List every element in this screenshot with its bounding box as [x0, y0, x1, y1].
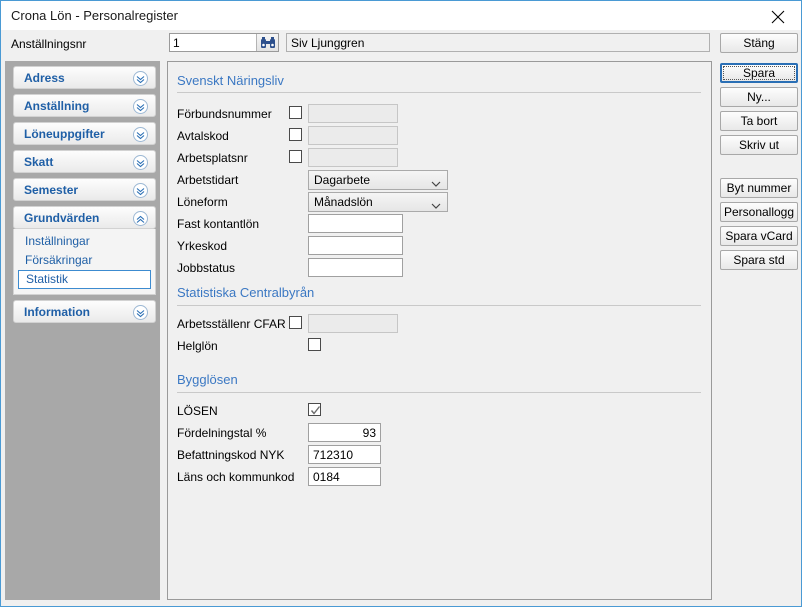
chevron-down-icon	[431, 177, 441, 191]
label-arbetstidart: Arbetstidart	[177, 173, 239, 187]
label-losen: LÖSEN	[177, 404, 218, 418]
sidebar-subitems-grundvarden: Inställningar Försäkringar Statistik	[13, 229, 156, 295]
sidebar-item-label: Skatt	[24, 155, 54, 169]
chevron-down-icon[interactable]	[133, 71, 148, 86]
sidebar-group-grundvarden: Grundvärden Inställningar Försäkringar S…	[13, 206, 156, 295]
save-std-button[interactable]: Spara std	[720, 250, 798, 270]
chevron-down-icon[interactable]	[133, 183, 148, 198]
input-fast-kontantlon[interactable]	[308, 214, 403, 233]
sidebar-group-loneuppgifter: Löneuppgifter	[13, 122, 156, 145]
label-yrkeskod: Yrkeskod	[177, 239, 228, 253]
chevron-down-icon	[431, 199, 441, 213]
checkbox-arbetsstallenr-cfar[interactable]	[289, 316, 302, 329]
sidebar-item-label: Grundvärden	[24, 211, 100, 225]
change-number-button[interactable]: Byt nummer	[720, 178, 798, 198]
sidebar-item-statistik[interactable]: Statistik	[18, 270, 151, 289]
sidebar-item-loneuppgifter[interactable]: Löneuppgifter	[13, 122, 156, 145]
label-avtalskod: Avtalskod	[177, 129, 229, 143]
checkbox-forbundsnummer[interactable]	[289, 106, 302, 119]
dropdown-loneform-value: Månadslön	[314, 195, 373, 209]
sidebar-group-anstallning: Anställning	[13, 94, 156, 117]
statistics-form-panel: Svenskt Näringsliv Förbundsnummer Avtals…	[167, 61, 712, 600]
label-helglon: Helglön	[177, 339, 218, 353]
search-employee-button[interactable]	[256, 34, 278, 51]
chevron-up-icon[interactable]	[133, 211, 148, 226]
sidebar-item-label: Löneuppgifter	[24, 127, 105, 141]
new-button[interactable]: Ny...	[720, 87, 798, 107]
dropdown-arbetstidart[interactable]: Dagarbete	[308, 170, 448, 190]
input-avtalskod[interactable]	[308, 126, 398, 145]
checkbox-helglon[interactable]	[308, 338, 321, 351]
input-jobbstatus[interactable]	[308, 258, 403, 277]
window-title: Crona Lön - Personalregister	[11, 8, 178, 23]
close-icon	[771, 10, 785, 24]
sidebar-item-semester[interactable]: Semester	[13, 178, 156, 201]
close-button[interactable]	[755, 1, 801, 30]
title-bar: Crona Lön - Personalregister	[1, 1, 801, 30]
sidebar-item-label: Information	[24, 305, 90, 319]
sidebar-item-label: Adress	[24, 71, 65, 85]
label-loneform: Löneform	[177, 195, 228, 209]
section-divider	[177, 92, 701, 93]
section-title-bygglosen: Bygglösen	[177, 372, 238, 387]
sidebar-group-information: Information	[13, 300, 156, 323]
label-lans-och-kommunkod: Läns och kommunkod	[177, 470, 295, 484]
label-befattningskod-nyk: Befattningskod NYK	[177, 448, 285, 462]
label-arbetsstallenr-cfar: Arbetsställenr CFAR	[177, 317, 286, 331]
chevron-down-icon[interactable]	[133, 99, 148, 114]
label-forbundsnummer: Förbundsnummer	[177, 107, 272, 121]
label-fast-kontantlon: Fast kontantlön	[177, 217, 260, 231]
close-dialog-button[interactable]: Stäng	[720, 33, 798, 53]
sidebar: Adress Anställning Löneuppgifter Skatt S…	[5, 61, 160, 600]
label-arbetsplatsnr: Arbetsplatsnr	[177, 151, 248, 165]
sidebar-group-adress: Adress	[13, 66, 156, 89]
save-button-label: Spara	[742, 66, 776, 80]
input-fordelningstal[interactable]	[308, 423, 381, 442]
sidebar-item-forsakringar[interactable]: Försäkringar	[18, 251, 151, 270]
sidebar-item-label: Semester	[24, 183, 79, 197]
checkmark-icon	[310, 406, 321, 415]
input-arbetsstallenr-cfar[interactable]	[308, 314, 398, 333]
employee-nr-input[interactable]	[170, 34, 256, 51]
input-befattningskod-nyk[interactable]	[308, 445, 381, 464]
dropdown-arbetstidart-value: Dagarbete	[314, 173, 371, 187]
dropdown-loneform[interactable]: Månadslön	[308, 192, 448, 212]
section-title-svenskt-naringsliv: Svenskt Näringsliv	[177, 73, 284, 88]
chevron-down-icon[interactable]	[133, 127, 148, 142]
sidebar-item-installningar[interactable]: Inställningar	[18, 232, 151, 251]
section-divider	[177, 392, 701, 393]
application-window: Crona Lön - Personalregister Anställning…	[0, 0, 802, 607]
label-fordelningstal: Fördelningstal %	[177, 426, 267, 440]
print-button[interactable]: Skriv ut	[720, 135, 798, 155]
label-jobbstatus: Jobbstatus	[177, 261, 236, 275]
checkbox-losen[interactable]	[308, 403, 321, 416]
input-arbetsplatsnr[interactable]	[308, 148, 398, 167]
employee-name-display: Siv Ljunggren	[286, 33, 710, 52]
sidebar-item-label: Anställning	[24, 99, 90, 113]
sidebar-group-skatt: Skatt	[13, 150, 156, 173]
sidebar-item-information[interactable]: Information	[13, 300, 156, 323]
employee-nr-field-wrap	[169, 33, 279, 52]
sidebar-item-skatt[interactable]: Skatt	[13, 150, 156, 173]
save-vcard-button[interactable]: Spara vCard	[720, 226, 798, 246]
save-button[interactable]: Spara	[720, 63, 798, 83]
sidebar-item-anstallning[interactable]: Anställning	[13, 94, 156, 117]
checkbox-avtalskod[interactable]	[289, 128, 302, 141]
input-yrkeskod[interactable]	[308, 236, 403, 255]
sidebar-group-semester: Semester	[13, 178, 156, 201]
chevron-down-icon[interactable]	[133, 155, 148, 170]
employee-nr-label: Anställningsnr	[11, 37, 87, 51]
employee-selector-bar: Anställningsnr Siv Ljunggren	[1, 30, 801, 58]
chevron-down-icon[interactable]	[133, 305, 148, 320]
section-divider	[177, 305, 701, 306]
sidebar-item-adress[interactable]: Adress	[13, 66, 156, 89]
section-title-statistiska-centralbyran: Statistiska Centralbyrån	[177, 285, 315, 300]
personnel-log-button[interactable]: Personallogg	[720, 202, 798, 222]
binoculars-icon	[261, 37, 275, 48]
input-lans-och-kommunkod[interactable]	[308, 467, 381, 486]
sidebar-item-grundvarden[interactable]: Grundvärden	[13, 206, 156, 229]
checkbox-arbetsplatsnr[interactable]	[289, 150, 302, 163]
delete-button[interactable]: Ta bort	[720, 111, 798, 131]
input-forbundsnummer[interactable]	[308, 104, 398, 123]
